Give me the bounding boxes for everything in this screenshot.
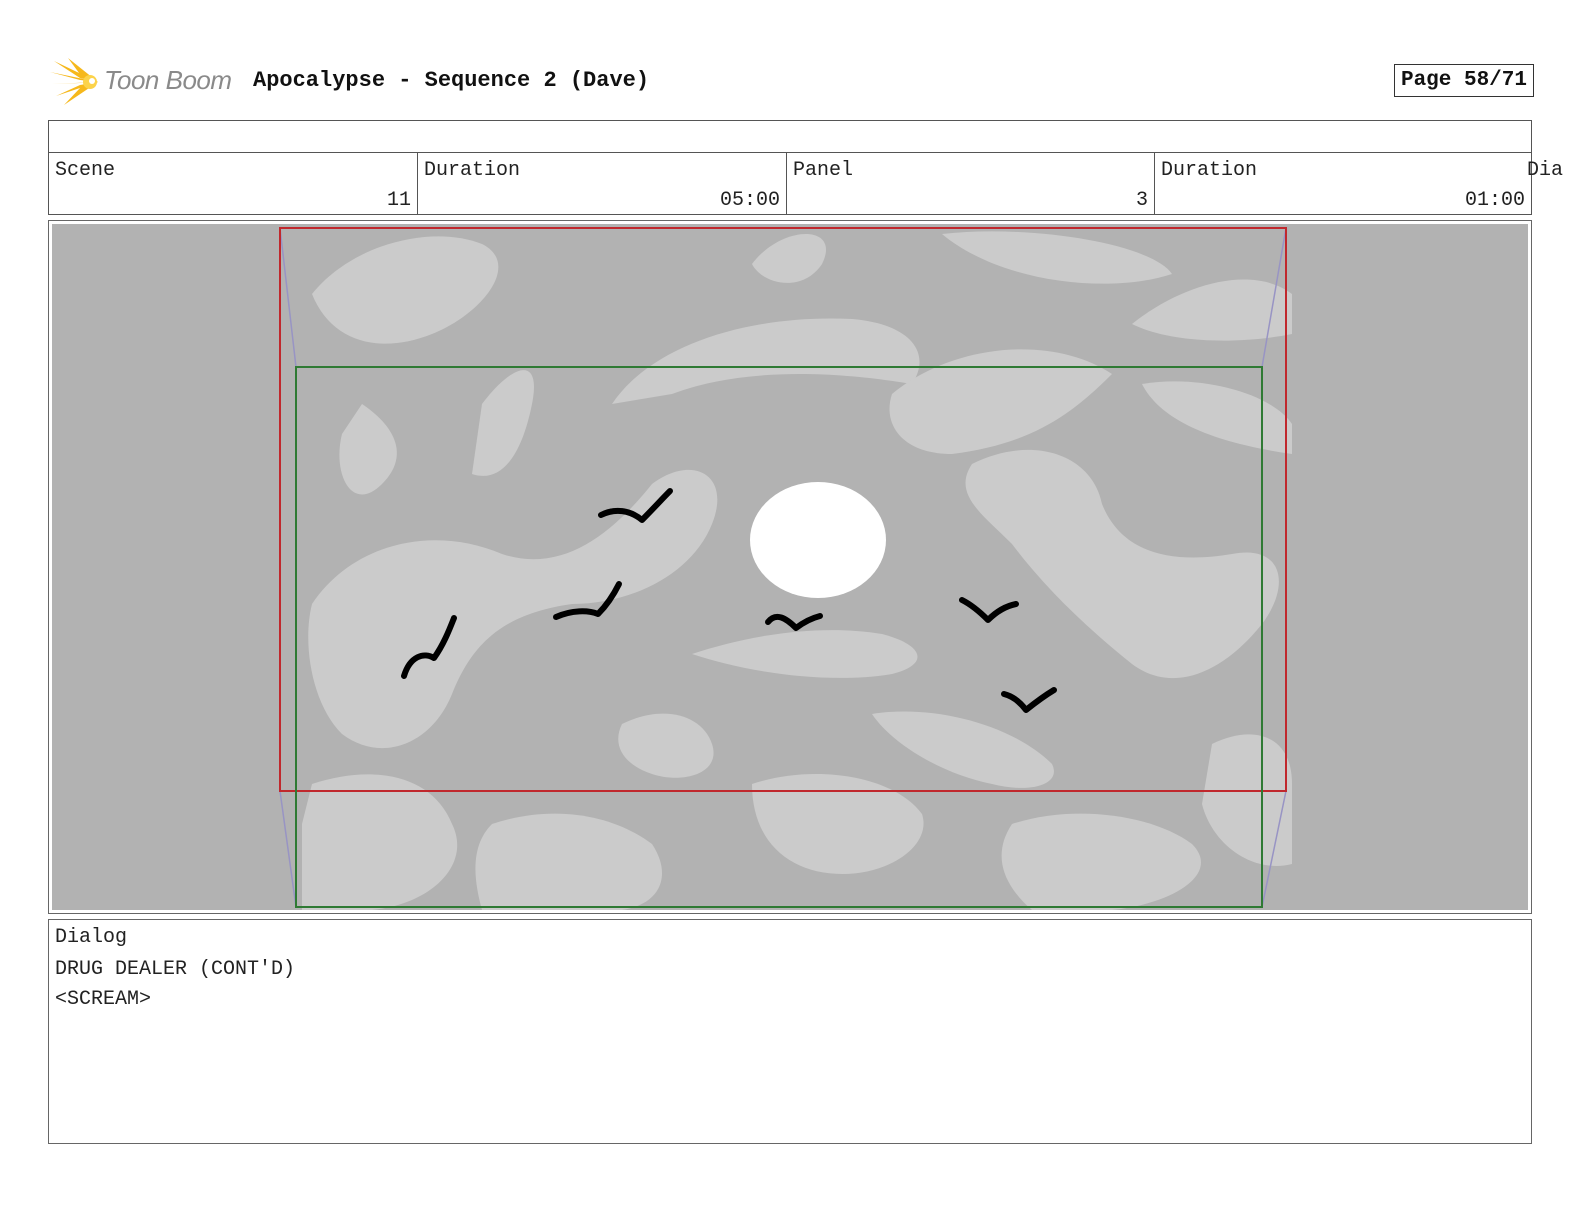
- scene-label: Scene: [55, 159, 116, 182]
- scene-duration-label: Duration: [424, 159, 521, 182]
- storyboard-panel: [48, 220, 1532, 914]
- starburst-icon: [50, 58, 98, 105]
- toon-boom-logo: Toon Boom: [50, 56, 240, 108]
- panel-duration-value: 01:00: [1464, 189, 1525, 212]
- scene-value: 11: [386, 189, 411, 212]
- sun-shape: [750, 482, 886, 598]
- scene-duration-cell: Duration 05:00: [417, 153, 786, 215]
- info-table-fields-row: Scene 11 Duration 05:00 Panel 3 Duration…: [49, 153, 1563, 215]
- panel-label: Panel: [793, 159, 854, 182]
- panel-duration-label: Duration: [1161, 159, 1258, 182]
- scene-duration-value: 05:00: [719, 189, 780, 212]
- panel-cell: Panel 3: [786, 153, 1154, 215]
- panel-duration-cell: Duration 01:00: [1154, 153, 1531, 215]
- storyboard-header: Toon Boom Apocalypse - Sequence 2 (Dave)…: [50, 56, 1534, 108]
- panel-info-table: Scene 11 Duration 05:00 Panel 3 Duration…: [48, 120, 1563, 215]
- scene-cell: Scene 11: [49, 153, 417, 215]
- brand-name: Toon Boom: [104, 65, 232, 95]
- document-title: Apocalypse - Sequence 2 (Dave): [253, 68, 650, 93]
- dialog-box: Dialog DRUG DEALER (CONT'D) <SCREAM>: [48, 919, 1532, 1144]
- panel-value: 3: [1135, 189, 1148, 212]
- info-table-top-row: [49, 121, 1531, 153]
- page-number: Page 58/71: [1393, 64, 1534, 97]
- dialog-line-action: <SCREAM>: [55, 988, 152, 1011]
- panel-drawing: [52, 224, 1528, 910]
- dialog-line-character: DRUG DEALER (CONT'D): [55, 958, 296, 981]
- dialog-overflow-label: Dia: [1527, 159, 1564, 182]
- dialog-label: Dialog: [55, 926, 128, 949]
